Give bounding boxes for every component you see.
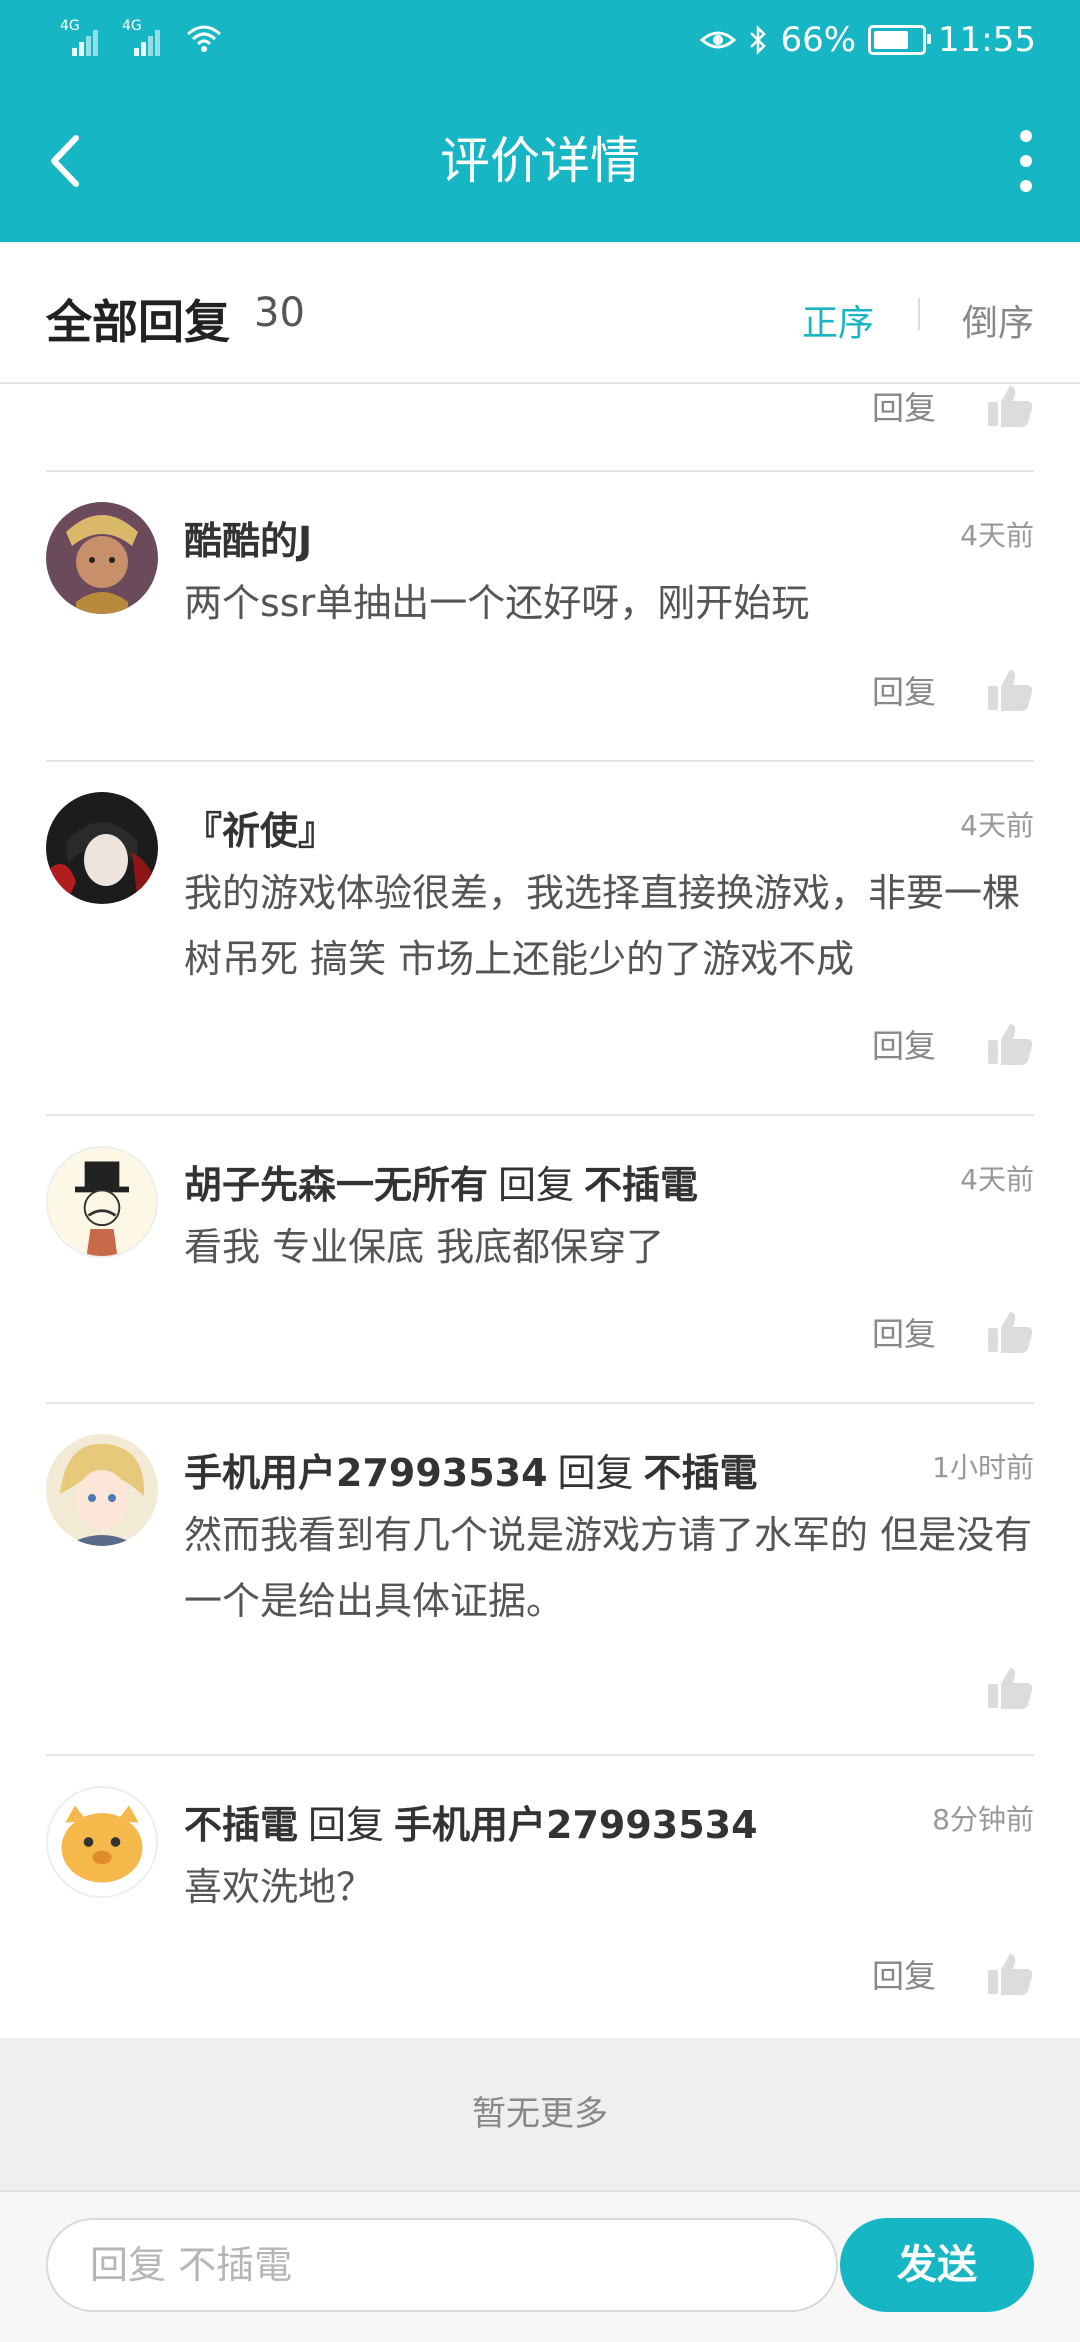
reply-button[interactable]: 回复 [872, 1021, 936, 1067]
more-options-icon[interactable] [1014, 130, 1038, 192]
reply-target-username[interactable]: 不插電 [584, 1163, 698, 1207]
timestamp: 8分钟前 [932, 1803, 1034, 1836]
comment-item: 不插電 回复 手机用户27993534 8分钟前 喜欢洗地？ 回复 [46, 1754, 1034, 2038]
comment-actions: 回复 [872, 666, 1034, 714]
all-replies-title: 全部回复 [46, 295, 230, 349]
comment-text: 喜欢洗地？ [184, 1865, 375, 1909]
timestamp: 1小时前 [932, 1451, 1034, 1484]
comment-text: 看我 专业保底 我底都保穿了 [184, 1225, 665, 1269]
divider [918, 298, 920, 330]
app-header: 评价详情 [0, 80, 1080, 242]
bluetooth-icon [750, 24, 767, 56]
signal-icon: 4G [122, 18, 162, 58]
comment-actions: 回复 [872, 1308, 1034, 1356]
thumbs-up-icon[interactable] [986, 382, 1034, 430]
thumbs-up-icon[interactable] [986, 666, 1034, 714]
username[interactable]: 手机用户27993534 [184, 1451, 548, 1495]
comment-item: 胡子先森一无所有 回复 不插電 4天前 看我 专业保底 我底都保穿了 回复 [46, 1114, 1034, 1404]
timestamp: 4天前 [960, 809, 1034, 842]
comment-actions: 回复 [872, 1020, 1034, 1068]
reply-button[interactable]: 回复 [872, 1951, 936, 1997]
eye-icon [700, 31, 737, 49]
username[interactable]: 酷酷的J [184, 519, 312, 563]
comment-text: 两个ssr单抽出一个还好呀，刚开始玩 [184, 581, 810, 625]
status-bar: 4G 4G 66% 11:55 [0, 0, 1080, 80]
reply-to-label: 回复 [498, 1163, 575, 1207]
comment-actions: 回复 [872, 382, 1034, 430]
page-title: 评价详情 [440, 132, 640, 190]
username[interactable]: 『祈使』 [184, 809, 336, 853]
wifi-icon [187, 25, 221, 52]
list-item-partial: 回复 [46, 382, 1034, 472]
reply-button[interactable]: 回复 [872, 667, 936, 713]
reply-target-username[interactable]: 手机用户27993534 [394, 1803, 758, 1847]
comment-header: 手机用户27993534 回复 不插電 [184, 1442, 758, 1497]
avatar[interactable] [46, 1434, 158, 1546]
reply-count: 30 [254, 290, 305, 336]
comment-text: 然而我看到有几个说是游戏方请了水军的 但是没有一个是给出具体证据。 [184, 1513, 1033, 1623]
reply-to-label: 回复 [308, 1803, 385, 1847]
avatar[interactable] [46, 792, 158, 904]
comment-header: 『祈使』 [184, 800, 336, 855]
thumbs-up-icon[interactable] [986, 1020, 1034, 1068]
send-button[interactable]: 发送 [840, 2218, 1034, 2312]
network-type-label: 4G [60, 18, 80, 34]
reply-button[interactable]: 回复 [872, 1309, 936, 1355]
thumbs-up-icon[interactable] [986, 1950, 1034, 1998]
no-more-label: 暂无更多 [0, 2038, 1080, 2190]
comment-item: 酷酷的J 4天前 两个ssr单抽出一个还好呀，刚开始玩 回复 [46, 470, 1034, 762]
sort-bar: 全部回复 30 正序 倒序 [0, 242, 1080, 384]
timestamp: 4天前 [960, 1163, 1034, 1196]
reply-button[interactable]: 回复 [872, 383, 936, 429]
avatar[interactable] [46, 1786, 158, 1898]
comment-item: 手机用户27993534 回复 不插電 1小时前 然而我看到有几个说是游戏方请了水军… [46, 1402, 1034, 1756]
thumbs-up-icon[interactable] [986, 1308, 1034, 1356]
timestamp: 4天前 [960, 519, 1034, 552]
sort-ascending-tab[interactable]: 正序 [802, 294, 874, 346]
reply-input-bar: 发送 [0, 2190, 1080, 2342]
avatar[interactable] [46, 1146, 158, 1258]
username[interactable]: 不插電 [184, 1803, 298, 1847]
signal-icon: 4G [60, 18, 100, 58]
reply-input[interactable] [46, 2218, 838, 2312]
clock: 11:55 [938, 20, 1036, 60]
comment-actions: 回复 [872, 1950, 1034, 1998]
comment-header: 不插電 回复 手机用户27993534 [184, 1794, 758, 1849]
status-left: 4G 4G [60, 18, 224, 58]
avatar[interactable] [46, 502, 158, 614]
comment-header: 酷酷的J [184, 510, 312, 565]
comment-header: 胡子先森一无所有 回复 不插電 [184, 1154, 698, 1209]
thumbs-up-icon[interactable] [986, 1664, 1034, 1712]
battery-percent: 66% [780, 20, 857, 60]
username[interactable]: 胡子先森一无所有 [184, 1163, 488, 1207]
battery-icon [868, 25, 932, 55]
reply-to-label: 回复 [557, 1451, 634, 1495]
comment-actions [986, 1664, 1034, 1712]
sort-descending-tab[interactable]: 倒序 [962, 294, 1034, 346]
comment-item: 『祈使』 4天前 我的游戏体验很差，我选择直接换游戏，非要一棵树吊死 搞笑 市场… [46, 760, 1034, 1116]
comment-text: 我的游戏体验很差，我选择直接换游戏，非要一棵树吊死 搞笑 市场上还能少的了游戏不… [184, 871, 1021, 981]
reply-target-username[interactable]: 不插電 [644, 1451, 758, 1495]
network-type-label: 4G [122, 18, 142, 34]
status-right: 66% 11:55 [700, 14, 1036, 66]
